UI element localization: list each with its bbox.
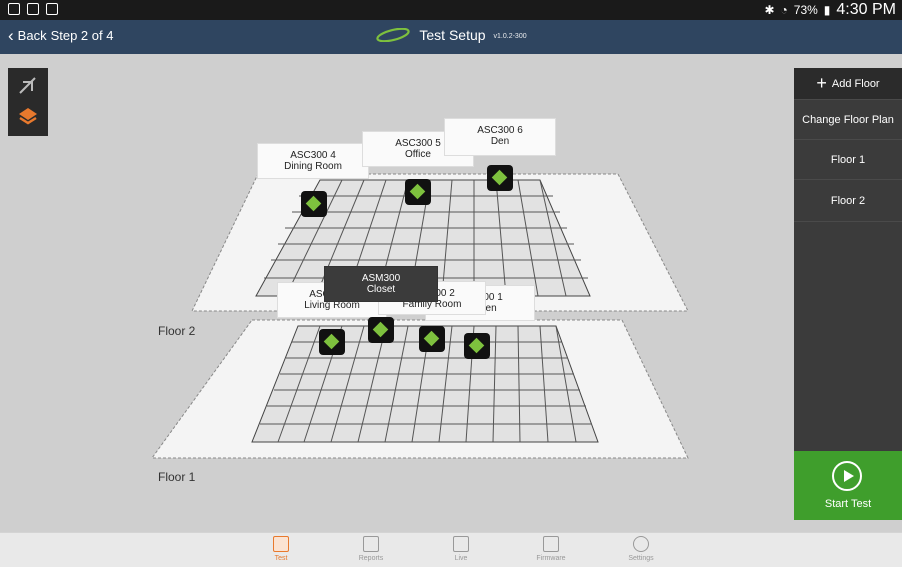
sensor-marker[interactable] [301, 191, 327, 217]
tab-test[interactable]: Test [256, 536, 306, 562]
floor-list-item-2[interactable]: Floor 2 [794, 180, 902, 222]
change-floor-plan-button[interactable]: Change Floor Plan [794, 100, 902, 140]
download-icon [543, 536, 559, 552]
sensor-marker[interactable] [419, 326, 445, 352]
sensor-callout-selected[interactable]: ASM300 Closet [324, 266, 438, 302]
start-test-button[interactable]: Start Test [794, 451, 902, 520]
sensor-marker[interactable] [319, 329, 345, 355]
floor2-label: Floor 2 [158, 324, 196, 338]
gear-icon [633, 536, 649, 552]
layers-icon[interactable] [18, 106, 38, 126]
sensor-marker[interactable] [368, 317, 394, 343]
sensor-marker[interactable] [487, 165, 513, 191]
plus-icon: + [816, 73, 827, 93]
hide-labels-icon[interactable] [18, 76, 38, 96]
sensor-marker[interactable] [464, 333, 490, 359]
left-toolbar [8, 68, 48, 136]
tab-firmware[interactable]: Firmware [526, 536, 576, 562]
bar-chart-icon [453, 536, 469, 552]
sensor-marker[interactable] [405, 179, 431, 205]
sensor-callout[interactable]: ASC300 6 Den [444, 118, 556, 156]
tab-live[interactable]: Live [436, 536, 486, 562]
floor-list-item-1[interactable]: Floor 1 [794, 140, 902, 180]
play-icon [832, 461, 862, 491]
bottom-tab-bar: Test Reports Live Firmware Settings [0, 532, 902, 567]
floor1-label: Floor 1 [158, 470, 196, 484]
test-icon [273, 536, 289, 552]
add-floor-button[interactable]: + Add Floor [794, 68, 902, 100]
document-icon [363, 536, 379, 552]
sensor-callout[interactable]: ASC300 4 Dining Room [257, 143, 369, 179]
tab-reports[interactable]: Reports [346, 536, 396, 562]
tab-settings[interactable]: Settings [616, 536, 666, 562]
